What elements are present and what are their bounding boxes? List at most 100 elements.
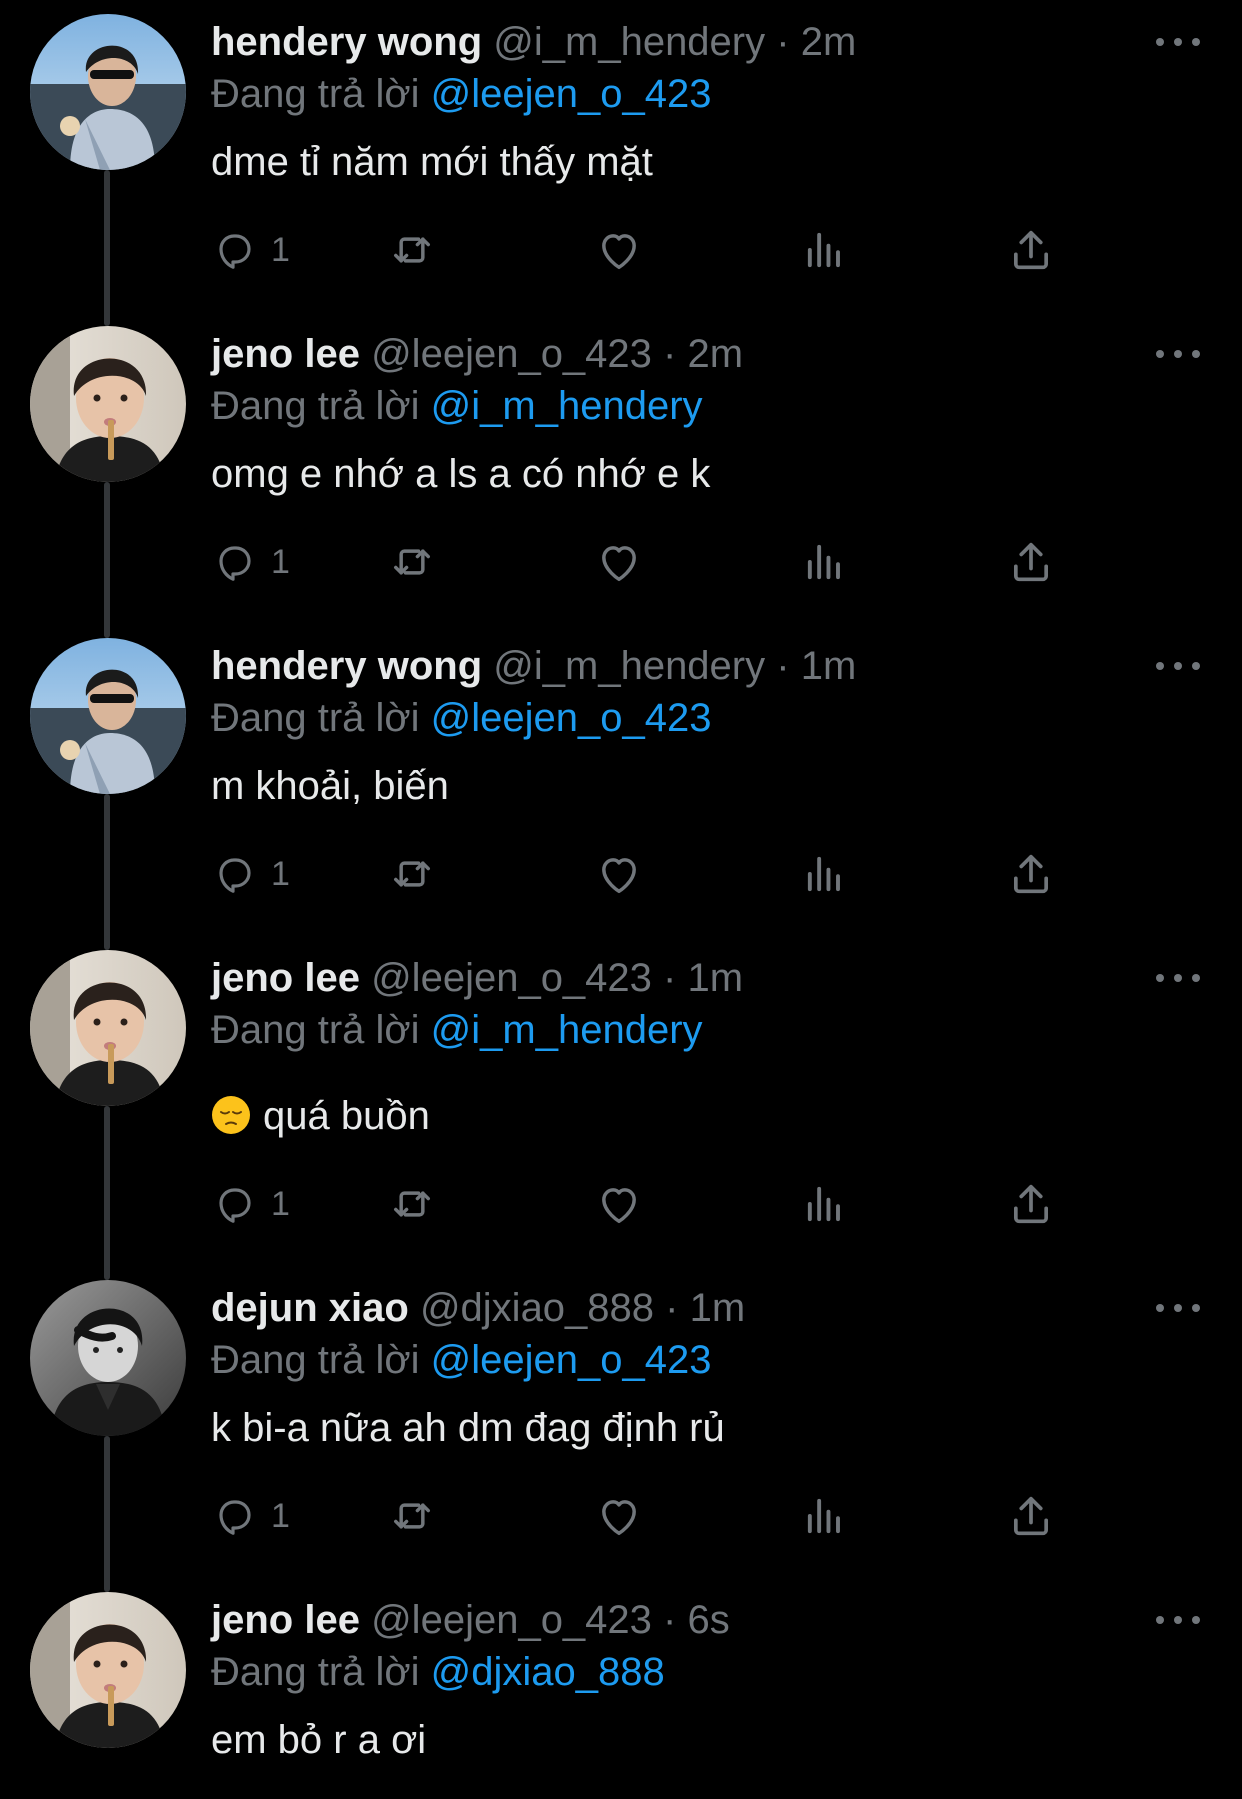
- replying-to-mention[interactable]: @leejen_o_423: [431, 72, 712, 116]
- avatar-jeno-lee[interactable]: [30, 950, 186, 1106]
- tweet[interactable]: dejun xiao @djxiao_888 · 1m Đang trả lời…: [0, 1266, 1242, 1586]
- timestamp[interactable]: 1m: [801, 644, 857, 688]
- display-name[interactable]: jeno lee: [211, 956, 360, 1000]
- views-button[interactable]: [799, 848, 851, 900]
- avatar-hendery-wong[interactable]: [30, 14, 186, 170]
- user-handle[interactable]: @i_m_hendery: [493, 20, 765, 64]
- views-button[interactable]: [799, 224, 851, 276]
- user-handle[interactable]: @leejen_o_423: [371, 332, 652, 376]
- retweet-arrows-icon: [394, 237, 430, 263]
- tweet-text: em bỏ r a ơi: [211, 1718, 427, 1762]
- views-button[interactable]: [799, 1490, 851, 1542]
- more-options-icon[interactable]: [1156, 340, 1200, 368]
- avatar-photo: [30, 14, 186, 170]
- like-button[interactable]: [593, 848, 645, 900]
- tweet[interactable]: hendery wong @i_m_hendery · 1m Đang trả …: [0, 624, 1242, 944]
- like-button[interactable]: [593, 1490, 645, 1542]
- tweet[interactable]: jeno lee @leejen_o_423 · 2m Đang trả lời…: [0, 312, 1242, 632]
- replying-to-mention[interactable]: @i_m_hendery: [431, 1008, 703, 1052]
- separator-dot: ·: [776, 644, 790, 688]
- more-options-icon[interactable]: [1156, 28, 1200, 56]
- timestamp[interactable]: 2m: [801, 20, 857, 64]
- more-options-icon[interactable]: [1156, 1294, 1200, 1322]
- avatar-jeno-lee[interactable]: [30, 1592, 186, 1748]
- retweet-button[interactable]: [386, 224, 438, 276]
- display-name[interactable]: hendery wong: [211, 644, 482, 688]
- reply-count: 1: [271, 854, 290, 893]
- display-name[interactable]: dejun xiao: [211, 1286, 409, 1330]
- replying-to: Đang trả lời @leejen_o_423: [211, 1332, 712, 1388]
- reply-thread: hendery wong @i_m_hendery · 2m Đang trả …: [0, 0, 1242, 1799]
- share-button[interactable]: [1005, 536, 1057, 588]
- thread-connector-line: [104, 936, 110, 950]
- avatar-photo: [30, 1592, 186, 1748]
- reply-button[interactable]: 1: [211, 1490, 290, 1542]
- like-button[interactable]: [593, 1178, 645, 1230]
- replying-to-mention[interactable]: @djxiao_888: [431, 1650, 665, 1694]
- retweet-arrows-icon: [394, 549, 430, 575]
- replying-to-label: Đang trả lời: [211, 1650, 420, 1694]
- replying-to-mention[interactable]: @i_m_hendery: [431, 384, 703, 428]
- tweet-text: k bi-a nữa ah dm đag định rủ: [211, 1406, 725, 1450]
- tweet-header: hendery wong @i_m_hendery · 2m: [211, 14, 856, 70]
- tweet[interactable]: jeno lee @leejen_o_423 · 1m Đang trả lời…: [0, 936, 1242, 1274]
- timestamp[interactable]: 1m: [690, 1286, 746, 1330]
- share-button[interactable]: [1005, 1490, 1057, 1542]
- like-button[interactable]: [593, 536, 645, 588]
- retweet-button[interactable]: [386, 1490, 438, 1542]
- display-name[interactable]: hendery wong: [211, 20, 482, 64]
- tweet-header: jeno lee @leejen_o_423 · 2m: [211, 326, 743, 382]
- comment-bubble-icon: [219, 546, 251, 581]
- thread-connector-line: [104, 1436, 110, 1586]
- avatar-dejun-xiao[interactable]: [30, 1280, 186, 1436]
- reply-button[interactable]: 1: [211, 224, 290, 276]
- user-handle[interactable]: @djxiao_888: [420, 1286, 654, 1330]
- reply-count: 1: [271, 542, 290, 581]
- views-button[interactable]: [799, 536, 851, 588]
- reply-button[interactable]: 1: [211, 1178, 290, 1230]
- display-name[interactable]: jeno lee: [211, 332, 360, 376]
- views-button[interactable]: [799, 1178, 851, 1230]
- retweet-arrows-icon: [394, 1503, 430, 1529]
- user-handle[interactable]: @leejen_o_423: [371, 956, 652, 1000]
- share-button[interactable]: [1005, 848, 1057, 900]
- more-options-icon[interactable]: [1156, 652, 1200, 680]
- replying-to: Đang trả lời @leejen_o_423: [211, 66, 712, 122]
- replying-to-mention[interactable]: @leejen_o_423: [431, 1338, 712, 1382]
- share-button[interactable]: [1005, 1178, 1057, 1230]
- like-button[interactable]: [593, 224, 645, 276]
- tweet[interactable]: jeno lee @leejen_o_423 · 6s Đang trả lời…: [0, 1578, 1242, 1799]
- share-upload-icon: [1013, 1496, 1049, 1536]
- bar-chart-icon: [807, 1186, 840, 1222]
- tweet[interactable]: hendery wong @i_m_hendery · 2m Đang trả …: [0, 0, 1242, 320]
- share-button[interactable]: [1005, 224, 1057, 276]
- reply-count: 1: [271, 230, 290, 269]
- user-handle[interactable]: @leejen_o_423: [371, 1598, 652, 1642]
- comment-bubble-icon: [219, 1500, 251, 1535]
- timestamp[interactable]: 2m: [688, 332, 744, 376]
- display-name[interactable]: jeno lee: [211, 1598, 360, 1642]
- retweet-button[interactable]: [386, 536, 438, 588]
- thread-connector-line: [104, 794, 110, 944]
- avatar-photo: [30, 326, 186, 482]
- retweet-button[interactable]: [386, 848, 438, 900]
- more-options-icon[interactable]: [1156, 964, 1200, 992]
- tweet-text-content: quá buồn: [263, 1094, 430, 1138]
- reply-button[interactable]: 1: [211, 848, 290, 900]
- reply-button[interactable]: 1: [211, 536, 290, 588]
- tweet-header: hendery wong @i_m_hendery · 1m: [211, 638, 856, 694]
- replying-to-label: Đang trả lời: [211, 72, 420, 116]
- share-upload-icon: [1013, 1184, 1049, 1224]
- timestamp[interactable]: 1m: [688, 956, 744, 1000]
- avatar-hendery-wong[interactable]: [30, 638, 186, 794]
- more-options-icon[interactable]: [1156, 1606, 1200, 1634]
- bar-chart-icon: [807, 232, 840, 268]
- replying-to-mention[interactable]: @leejen_o_423: [431, 696, 712, 740]
- avatar-photo: [30, 638, 186, 794]
- avatar-jeno-lee[interactable]: [30, 326, 186, 482]
- timestamp[interactable]: 6s: [688, 1598, 730, 1642]
- retweet-button[interactable]: [386, 1178, 438, 1230]
- tweet-text: omg e nhớ a ls a có nhớ e k: [211, 452, 711, 496]
- user-handle[interactable]: @i_m_hendery: [493, 644, 765, 688]
- thread-connector-line: [104, 482, 110, 632]
